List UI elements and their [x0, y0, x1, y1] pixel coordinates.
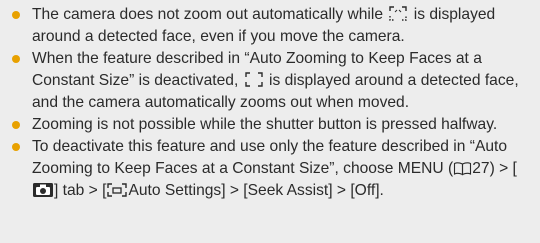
note-item-face-frame-dashed: The camera does not zoom out automatical… [10, 4, 532, 48]
note-text: The camera does not zoom out automatical… [32, 6, 384, 23]
note-item-deactivate-feature: To deactivate this feature and use only … [10, 136, 532, 202]
note-item-feature-deactivated: When the feature described in “Auto Zoom… [10, 48, 532, 114]
notes-page: The camera does not zoom out automatical… [0, 0, 540, 243]
auto-zoom-frame-icon [106, 182, 128, 198]
bullet-marker [12, 121, 20, 129]
bullet-marker [12, 143, 20, 151]
notes-list: The camera does not zoom out automatical… [10, 4, 532, 202]
bullet-marker [12, 11, 20, 19]
note-text: 27) > [ [472, 160, 517, 177]
note-text: Zooming is not possible while the shutte… [32, 116, 498, 133]
note-text: To deactivate this feature and use only … [32, 138, 508, 177]
bullet-marker [12, 55, 20, 63]
note-text: ] tab > [ [54, 182, 107, 199]
note-item-shutter-halfway: Zooming is not possible while the shutte… [10, 114, 532, 136]
note-text: Auto Settings] > [Seek Assist] > [Off]. [128, 182, 384, 199]
face-frame-solid-icon [243, 71, 265, 88]
face-frame-dashed-icon [387, 5, 409, 22]
book-icon [453, 161, 472, 176]
camera-tab-icon [32, 182, 54, 198]
